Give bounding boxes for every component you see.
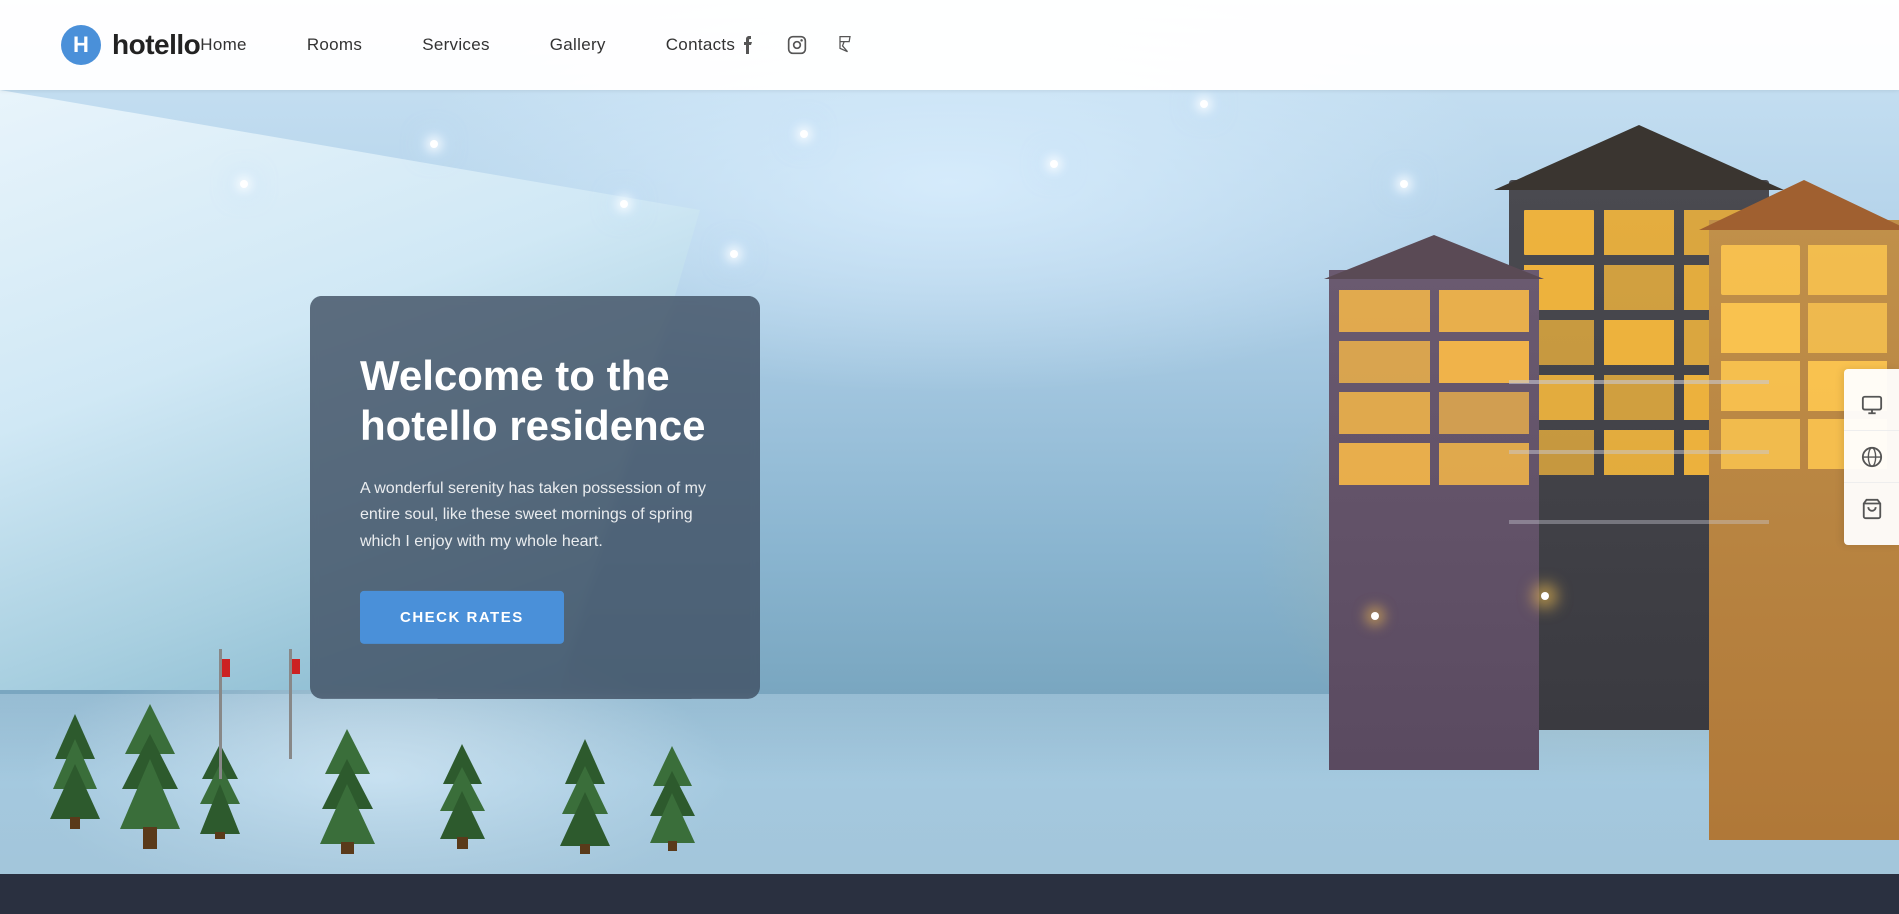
hero-title: Welcome to the hotello residence — [360, 351, 710, 452]
nav-gallery[interactable]: Gallery — [550, 35, 606, 54]
nav-services[interactable]: Services — [422, 35, 490, 54]
nav-home[interactable]: Home — [200, 35, 247, 54]
nav-contacts[interactable]: Contacts — [666, 35, 736, 54]
main-nav: Home Rooms Services Gallery Contacts — [200, 35, 735, 55]
logo-icon: H — [60, 24, 102, 66]
hero-subtitle: A wonderful serenity has taken possessio… — [360, 476, 710, 555]
nav-rooms[interactable]: Rooms — [307, 35, 362, 54]
window — [1439, 290, 1530, 332]
tree-6 — [560, 734, 610, 859]
tree-7 — [650, 741, 695, 856]
window — [1808, 303, 1887, 353]
window — [1339, 443, 1430, 485]
balcony-rail-3 — [1509, 520, 1769, 524]
window — [1439, 341, 1530, 383]
instagram-icon — [787, 35, 807, 55]
svg-text:H: H — [73, 32, 89, 57]
tree-2 — [120, 699, 180, 854]
logo-text: hotello — [112, 29, 200, 61]
window — [1721, 245, 1800, 295]
monitor-icon — [1861, 394, 1883, 416]
tree-5 — [440, 739, 485, 854]
window — [1439, 392, 1530, 434]
footer-bar — [0, 874, 1899, 914]
sparkle-4 — [800, 130, 808, 138]
hero-background — [0, 0, 1899, 914]
buildings-area — [1099, 100, 1899, 800]
sidebar-cart-item[interactable] — [1844, 483, 1899, 535]
left-windows — [1329, 270, 1539, 505]
window — [1604, 265, 1674, 310]
sparkle-2 — [430, 140, 438, 148]
sparkle-5 — [1050, 160, 1058, 168]
window — [1339, 341, 1430, 383]
check-rates-button[interactable]: CHECK RATES — [360, 591, 564, 644]
window — [1339, 392, 1430, 434]
sidebar-globe-item[interactable] — [1844, 431, 1899, 483]
social-icons — [735, 31, 859, 59]
hero-section: H hotello Home Rooms Services Gallery Co… — [0, 0, 1899, 914]
foursquare-link[interactable] — [831, 31, 859, 59]
tree-1 — [50, 709, 100, 834]
logo-link[interactable]: H hotello — [60, 24, 200, 66]
foursquare-icon — [836, 35, 854, 55]
sidebar-monitor-item[interactable] — [1844, 379, 1899, 431]
balcony-rail-2 — [1509, 450, 1769, 454]
sparkle-3 — [620, 200, 628, 208]
window — [1721, 419, 1800, 469]
tree-4 — [320, 724, 375, 859]
street-light-glow-2 — [1371, 612, 1379, 620]
window — [1339, 290, 1430, 332]
hero-card: Welcome to the hotello residence A wonde… — [310, 296, 760, 699]
facebook-icon — [744, 35, 754, 55]
window — [1721, 361, 1800, 411]
left-building — [1329, 270, 1539, 770]
window — [1808, 245, 1887, 295]
sidebar-right — [1844, 369, 1899, 545]
cart-icon — [1861, 498, 1883, 520]
instagram-link[interactable] — [783, 31, 811, 59]
window — [1721, 303, 1800, 353]
street-light-glow — [1541, 592, 1549, 600]
flag-pole-2 — [280, 649, 300, 784]
window — [1604, 320, 1674, 365]
side-roof — [1699, 180, 1899, 230]
sparkle-1 — [240, 180, 248, 188]
facebook-link[interactable] — [735, 31, 763, 59]
site-header: H hotello Home Rooms Services Gallery Co… — [0, 0, 1899, 90]
globe-icon — [1861, 446, 1883, 468]
window — [1604, 210, 1674, 255]
flag-pole-1 — [210, 649, 230, 784]
flags-area — [210, 649, 300, 784]
left-roof — [1324, 235, 1544, 279]
balcony-rail — [1509, 380, 1769, 384]
sparkle-8 — [730, 250, 738, 258]
